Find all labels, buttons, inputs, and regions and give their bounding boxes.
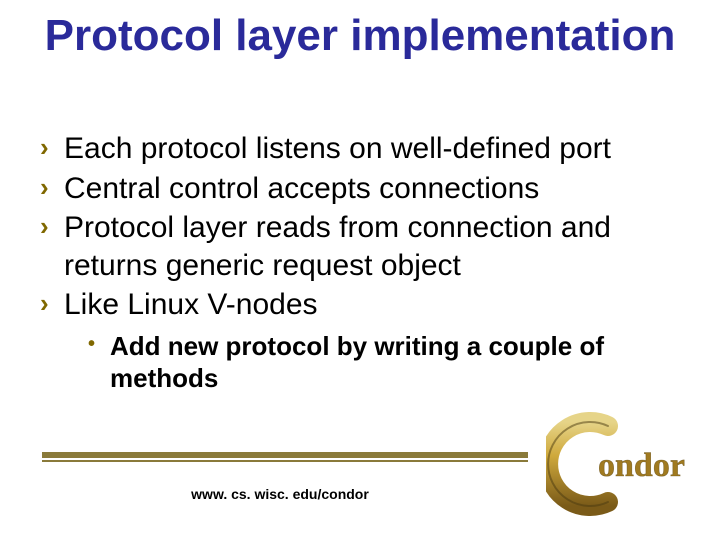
bullet-text: Protocol layer reads from connection and… <box>64 209 690 284</box>
condor-logo-svg: ondor ondor <box>546 408 706 518</box>
chevron-right-icon: › <box>40 170 64 204</box>
slide: Protocol layer implementation › Each pro… <box>0 0 720 540</box>
list-item: › Central control accepts connections <box>40 170 690 208</box>
sub-list-item: • Add new protocol by writing a couple o… <box>88 330 690 395</box>
bullet-text: Like Linux V-nodes <box>64 286 690 324</box>
bullet-text: Central control accepts connections <box>64 170 690 208</box>
bullet-list: › Each protocol listens on well-defined … <box>40 130 690 395</box>
sub-bullet-text: Add new protocol by writing a couple of … <box>110 330 670 395</box>
svg-text:ondor: ondor <box>598 447 685 484</box>
divider-bar-thick <box>42 452 528 458</box>
condor-logo: ondor ondor <box>546 408 706 518</box>
chevron-right-icon: › <box>40 130 64 164</box>
list-item: › Each protocol listens on well-defined … <box>40 130 690 168</box>
list-item: › Like Linux V-nodes <box>40 286 690 324</box>
chevron-right-icon: › <box>40 209 64 243</box>
divider-bar-thin <box>42 460 528 462</box>
slide-title: Protocol layer implementation <box>0 12 720 60</box>
footer-url: www. cs. wisc. edu/condor <box>0 486 560 502</box>
bullet-text: Each protocol listens on well-defined po… <box>64 130 690 168</box>
bullet-dot-icon: • <box>88 330 110 358</box>
list-item: › Protocol layer reads from connection a… <box>40 209 690 284</box>
chevron-right-icon: › <box>40 286 64 320</box>
